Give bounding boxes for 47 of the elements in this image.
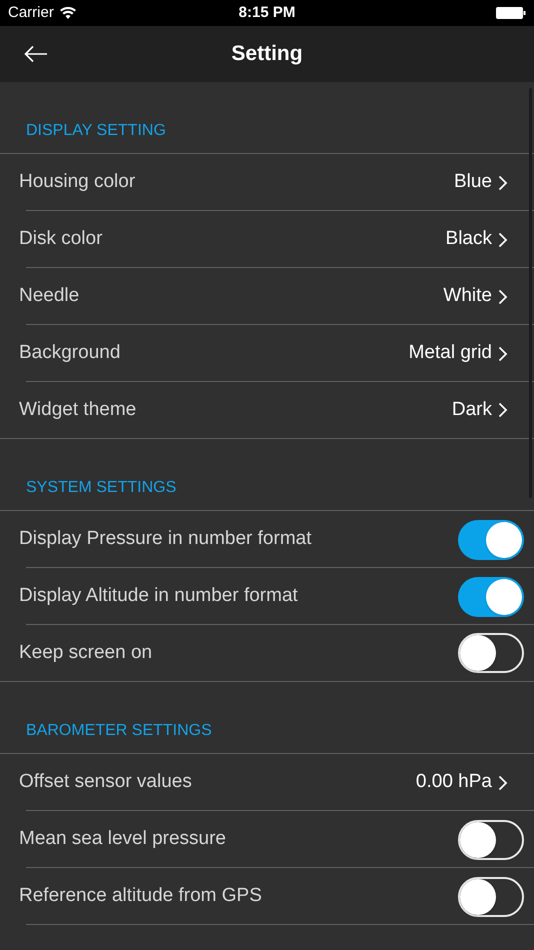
settings-row[interactable]: Disk color Black	[0, 211, 534, 268]
settings-row[interactable]: Reference altitude from GPS	[0, 868, 534, 925]
wifi-icon	[60, 7, 76, 19]
row-label: Needle	[19, 284, 80, 308]
row-label: Reference altitude from GPS	[19, 884, 262, 908]
chevron-right-icon	[498, 402, 508, 418]
toggle-switch[interactable]	[458, 576, 524, 616]
settings-row[interactable]: Offset sensor values 0.00 hPa	[0, 754, 534, 811]
row-label: Disk color	[19, 227, 102, 252]
chevron-right-icon	[498, 288, 508, 304]
back-arrow-icon	[24, 45, 48, 63]
row-value: 0.00 hPa	[416, 770, 492, 794]
carrier-label: Carrier	[8, 2, 54, 23]
row-value: Metal grid	[408, 341, 492, 366]
chevron-right-icon	[498, 774, 508, 790]
toggle-switch[interactable]	[458, 520, 524, 560]
row-value: Black	[446, 227, 492, 252]
section-header: SYSTEM SETTINGS	[26, 478, 176, 498]
row-label: Widget theme	[19, 398, 136, 422]
row-label: Mean sea level pressure	[19, 827, 226, 852]
settings-row[interactable]: Housing color Blue	[0, 154, 534, 211]
row-label: Keep screen on	[19, 640, 152, 665]
row-label: Background	[19, 341, 120, 366]
row-label: Offset sensor values	[19, 770, 192, 794]
row-label: Display Altitude in number format	[19, 584, 298, 608]
screen-title: Setting	[231, 41, 303, 68]
toggle-switch[interactable]	[458, 820, 524, 860]
settings-row[interactable]: Keep screen on	[0, 625, 534, 682]
row-label: Housing color	[19, 170, 136, 194]
settings-row[interactable]: Display Altitude in number format	[0, 568, 534, 625]
settings-row[interactable]: Background Metal grid	[0, 325, 534, 382]
row-label: Display Pressure in number format	[19, 527, 312, 552]
row-value: White	[443, 284, 492, 308]
chevron-right-icon	[498, 174, 508, 190]
row-value: Blue	[454, 170, 492, 194]
chevron-right-icon	[498, 232, 508, 248]
battery-icon	[496, 7, 526, 19]
clock-time: 8:15 PM	[238, 2, 296, 23]
section-header: DISPLAY SETTING	[26, 121, 166, 141]
chevron-right-icon	[498, 346, 508, 362]
section-header: BAROMETER SETTINGS	[26, 721, 212, 741]
toggle-switch[interactable]	[458, 633, 524, 673]
settings-row[interactable]: Needle White	[0, 268, 534, 325]
settings-row[interactable]: Display Pressure in number format	[0, 511, 534, 568]
row-value: Dark	[452, 398, 492, 422]
settings-row[interactable]: Mean sea level pressure	[0, 811, 534, 868]
toggle-switch[interactable]	[458, 876, 524, 916]
